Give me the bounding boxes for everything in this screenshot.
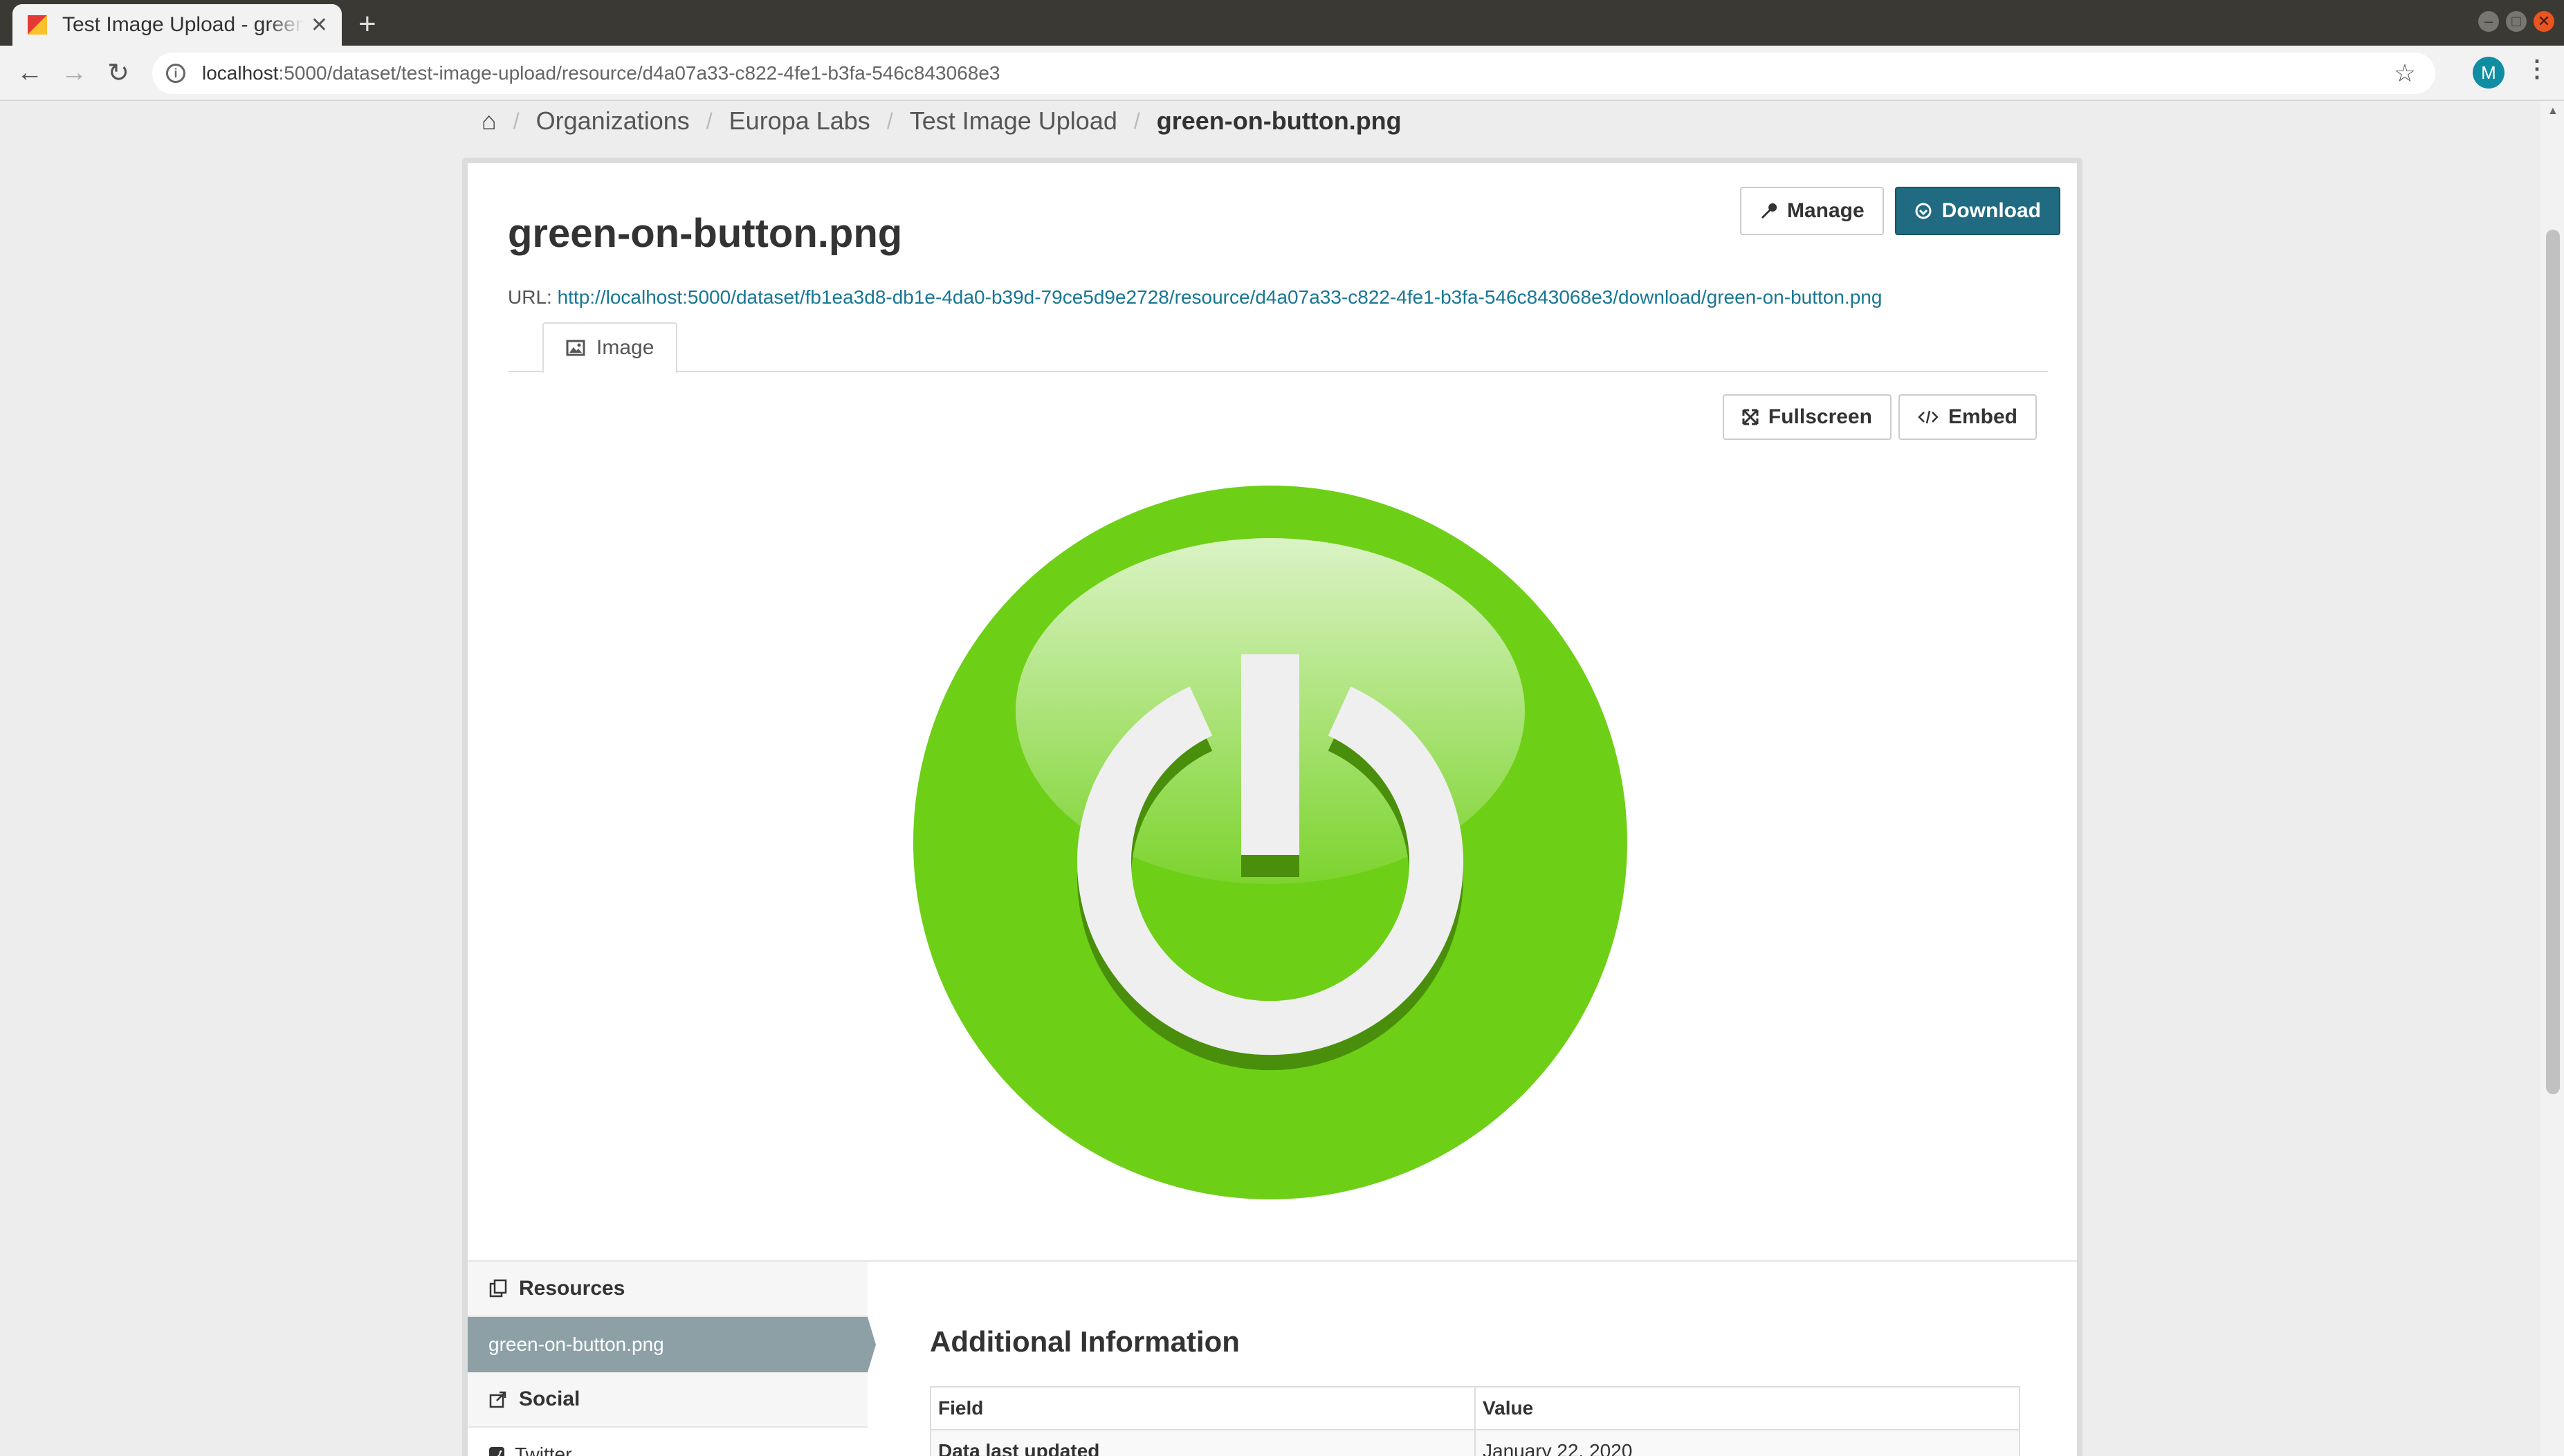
breadcrumb: ⌂ / Organizations / Europa Labs / Test I…	[482, 107, 1402, 136]
tab-image[interactable]: Image	[542, 322, 678, 374]
browser-toolbar: ← → ↻ i localhost:5000/dataset/test-imag…	[0, 46, 2564, 101]
address-url: localhost:5000/dataset/test-image-upload…	[202, 62, 1000, 84]
social-heading: Social	[468, 1372, 868, 1428]
column-header-value: Value	[1474, 1386, 2020, 1430]
breadcrumb-organization[interactable]: Europa Labs	[729, 107, 870, 136]
browser-titlebar: Test Image Upload - green-on-button.png …	[0, 0, 2564, 46]
page-title: green-on-button.png	[508, 211, 903, 256]
resource-card: green-on-button.png Manage Download URL:…	[462, 158, 2082, 1456]
favicon-icon	[28, 15, 47, 35]
sidebar: Resources green-on-button.png Social Twi…	[468, 1262, 876, 1456]
minimize-icon[interactable]: –	[2478, 11, 2499, 32]
maximize-icon[interactable]: □	[2506, 11, 2527, 32]
manage-button[interactable]: Manage	[1739, 187, 1884, 235]
additional-info-title: Additional Information	[930, 1325, 1240, 1358]
copy-icon	[489, 1279, 507, 1298]
resource-url-line: URL: http://localhost:5000/dataset/fb1ea…	[508, 286, 1883, 308]
picture-icon	[566, 340, 585, 356]
sidebar-item-active-resource[interactable]: green-on-button.png	[468, 1317, 876, 1372]
download-button[interactable]: Download	[1894, 187, 2060, 235]
page-viewport: ⌂ / Organizations / Europa Labs / Test I…	[0, 101, 2540, 1456]
table-header-row: Field Value	[930, 1386, 2020, 1430]
scroll-thumb[interactable]	[2546, 230, 2560, 1094]
twitter-icon	[489, 1447, 504, 1456]
browser-menu-icon[interactable]: ⋮	[2525, 55, 2549, 83]
tab-close-icon[interactable]: ✕	[311, 13, 328, 37]
profile-avatar[interactable]: M	[2473, 57, 2505, 89]
column-header-field: Field	[930, 1386, 1476, 1430]
share-icon	[489, 1391, 506, 1408]
additional-info-table: Field Value Data last updated January 22…	[930, 1386, 2020, 1456]
breadcrumb-dataset[interactable]: Test Image Upload	[910, 107, 1117, 136]
scroll-up-icon[interactable]: ▲	[2547, 105, 2558, 118]
browser-tab[interactable]: Test Image Upload - green-on-button.png …	[12, 4, 342, 46]
view-tabs: Image	[508, 322, 2048, 374]
breadcrumb-organizations[interactable]: Organizations	[536, 107, 690, 136]
download-icon	[1915, 203, 1932, 219]
site-info-icon[interactable]: i	[166, 64, 185, 83]
resource-actions: Manage Download	[1739, 187, 2060, 235]
tab-title: Test Image Upload - green-on-button.png	[62, 13, 304, 36]
address-bar[interactable]: i localhost:5000/dataset/test-image-uplo…	[152, 53, 2435, 94]
table-row: Data last updated January 22, 2020	[930, 1429, 2020, 1456]
forward-arrow-icon[interactable]: →	[57, 55, 91, 90]
window-close-icon[interactable]: ✕	[2534, 11, 2554, 32]
bookmark-star-icon[interactable]: ☆	[2394, 59, 2416, 88]
resource-image	[913, 486, 1627, 1199]
resources-heading: Resources	[468, 1262, 868, 1317]
page-scrollbar[interactable]: ▲	[2540, 101, 2564, 1456]
home-icon[interactable]: ⌂	[482, 107, 497, 136]
back-arrow-icon[interactable]: ←	[12, 55, 47, 90]
wrench-icon	[1761, 203, 1777, 219]
window-controls: – □ ✕	[2478, 11, 2554, 32]
breadcrumb-current[interactable]: green-on-button.png	[1157, 107, 1402, 136]
row-field: Data last updated	[930, 1429, 1476, 1456]
embed-button[interactable]: Embed	[1898, 394, 2037, 440]
code-icon	[1918, 410, 1939, 424]
row-value: January 22, 2020	[1474, 1429, 2020, 1456]
view-actions: Fullscreen Embed	[1722, 394, 2037, 440]
new-tab-button[interactable]: +	[358, 7, 376, 42]
fullscreen-button[interactable]: Fullscreen	[1722, 394, 1892, 440]
expand-icon	[1742, 409, 1759, 425]
reload-icon[interactable]: ↻	[101, 55, 136, 90]
resource-url-link[interactable]: http://localhost:5000/dataset/fb1ea3d8-d…	[558, 286, 1883, 308]
sidebar-item-twitter[interactable]: Twitter	[468, 1428, 868, 1456]
